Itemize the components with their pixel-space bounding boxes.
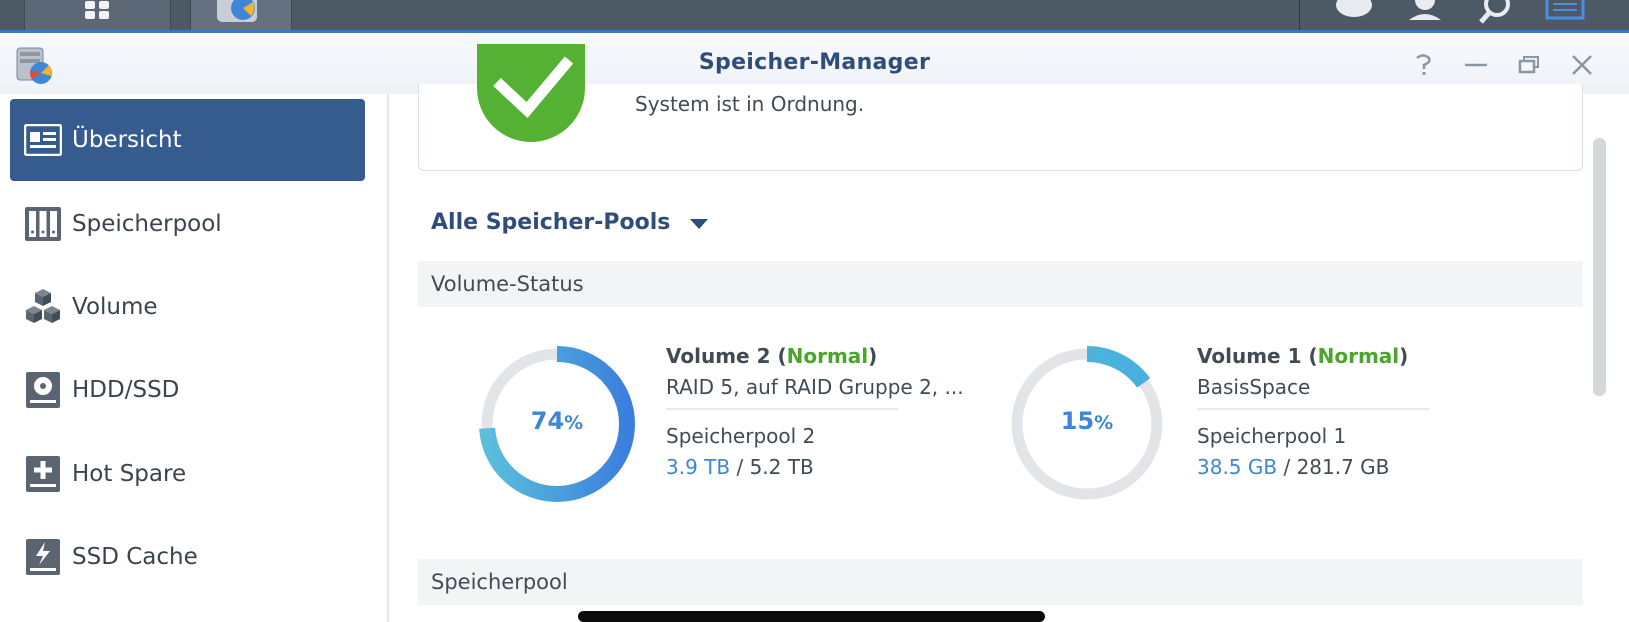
sidebar-item-label: Übersicht bbox=[72, 127, 182, 153]
volume-usage-text: 3.9 TB / 5.2 TB bbox=[666, 455, 814, 479]
sidebar-item-label: Hot Spare bbox=[72, 461, 187, 487]
chevron-down-icon bbox=[690, 218, 709, 229]
user-icon[interactable] bbox=[1409, 0, 1441, 20]
volume-status-badge: Normal bbox=[786, 344, 869, 368]
taskbar-icons bbox=[1336, 0, 1585, 24]
main-menu-button[interactable] bbox=[24, 0, 171, 30]
volume-info: Volume 2 (Normal) RAID 5, auf RAID Grupp… bbox=[666, 344, 964, 479]
chat-icon[interactable] bbox=[1336, 0, 1372, 17]
hdd-icon bbox=[24, 371, 62, 409]
widgets-icon[interactable] bbox=[1545, 0, 1585, 20]
volume-usage-percent: 74% bbox=[530, 407, 584, 435]
volume-pool-name: Speicherpool 2 bbox=[666, 424, 816, 448]
home-indicator[interactable] bbox=[578, 611, 1045, 622]
system-status-text: System ist in Ordnung. bbox=[635, 92, 865, 116]
sidebar-item-overview[interactable]: Übersicht bbox=[10, 99, 365, 181]
volume-status-badge: Normal bbox=[1317, 344, 1400, 368]
volume-title[interactable]: Volume 1 (Normal) bbox=[1197, 344, 1429, 368]
sidebar-item-label: Volume bbox=[72, 294, 158, 320]
volume-pool-name: Speicherpool 1 bbox=[1197, 424, 1347, 448]
section-storage-pool: Speicherpool bbox=[418, 559, 1583, 605]
divider bbox=[1197, 408, 1429, 410]
taskbar-separator bbox=[1299, 0, 1300, 30]
volume-description: BasisSpace bbox=[1197, 375, 1311, 399]
main-content: System ist in Ordnung. Alle Speicher-Poo… bbox=[391, 44, 1629, 622]
minimize-icon[interactable] bbox=[1461, 50, 1491, 80]
sidebar-item-hdd-ssd[interactable]: HDD/SSD bbox=[10, 349, 365, 431]
sidebar-item-storage-pool[interactable]: Speicherpool bbox=[10, 183, 365, 265]
volume-cubes-icon bbox=[24, 288, 62, 326]
window-title: Speicher-Manager bbox=[698, 50, 931, 75]
apps-grid-icon bbox=[85, 1, 109, 19]
taskbar-storage-manager[interactable] bbox=[190, 0, 292, 30]
volume-usage-text: 38.5 GB / 281.7 GB bbox=[1197, 455, 1390, 479]
storage-pool-icon bbox=[24, 205, 62, 243]
volume-title[interactable]: Volume 2 (Normal) bbox=[666, 344, 964, 368]
volume-info: Volume 1 (Normal) BasisSpace Speicherpoo… bbox=[1197, 344, 1429, 479]
sidebar-item-volume[interactable]: Volume bbox=[10, 266, 365, 348]
pool-filter-label: Alle Speicher-Pools bbox=[431, 210, 671, 235]
pool-filter-dropdown[interactable]: Alle Speicher-Pools bbox=[431, 210, 709, 235]
storage-manager-icon bbox=[217, 0, 257, 22]
status-ok-icon bbox=[477, 44, 585, 142]
section-volume-status: Volume-Status bbox=[418, 261, 1583, 307]
taskbar-right bbox=[1299, 0, 1629, 30]
hot-spare-icon bbox=[24, 455, 62, 493]
sidebar-item-hot-spare[interactable]: Hot Spare bbox=[10, 433, 365, 515]
search-icon[interactable] bbox=[1479, 0, 1510, 24]
close-icon[interactable] bbox=[1567, 50, 1597, 80]
divider bbox=[666, 408, 898, 410]
volume-usage-percent: 15% bbox=[1060, 407, 1114, 435]
sidebar-item-label: Speicherpool bbox=[72, 211, 222, 237]
scrollbar[interactable] bbox=[1593, 138, 1606, 396]
sidebar-item-label: SSD Cache bbox=[72, 544, 198, 570]
volume-description: RAID 5, auf RAID Gruppe 2, ... bbox=[666, 375, 964, 399]
overview-icon bbox=[24, 121, 62, 159]
restore-icon[interactable] bbox=[1514, 50, 1544, 80]
system-status-card: System ist in Ordnung. bbox=[418, 44, 1583, 171]
ssd-cache-icon bbox=[24, 538, 62, 576]
sidebar-item-ssd-cache[interactable]: SSD Cache bbox=[10, 516, 365, 598]
sidebar: Übersicht Speicherpool Volume HDD/SSD Ho… bbox=[0, 94, 389, 622]
help-icon[interactable] bbox=[1408, 50, 1438, 80]
sidebar-item-label: HDD/SSD bbox=[72, 377, 180, 403]
taskbar bbox=[0, 0, 1629, 33]
